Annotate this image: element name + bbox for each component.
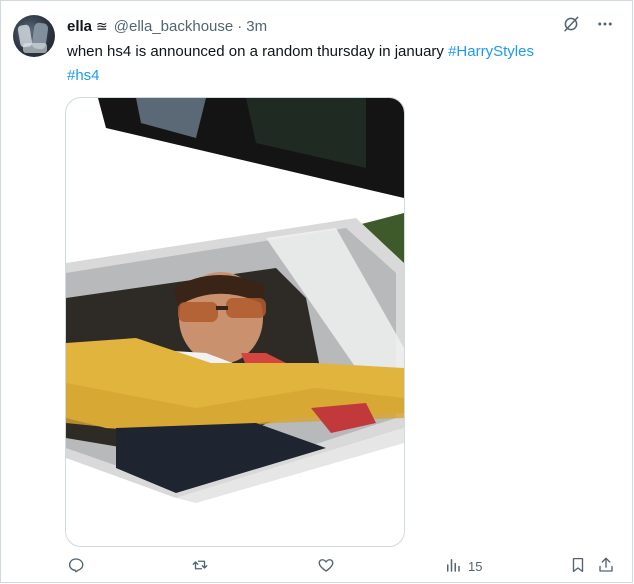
views-count: 15 [468, 559, 483, 574]
tweet-image[interactable] [65, 97, 405, 547]
heart-icon [317, 556, 335, 577]
bookmark-icon [569, 556, 587, 577]
more-options-icon[interactable] [596, 15, 614, 33]
tweet-actions: 15 [61, 556, 621, 580]
display-name[interactable]: ella [67, 18, 92, 35]
hashtag-hs4[interactable]: #hs4 [67, 67, 100, 84]
name-emoji: ≊ [96, 17, 108, 34]
separator-dot: · [237, 17, 243, 35]
tweet-header: ella ≊ @ella_backhouse · 3m [67, 15, 267, 37]
top-right-actions [562, 15, 614, 33]
bookmark-button[interactable] [569, 556, 587, 577]
reply-button[interactable] [67, 556, 85, 577]
hashtag-harrystyles[interactable]: #HarryStyles [448, 43, 534, 60]
avatar[interactable] [13, 15, 55, 57]
grok-icon[interactable] [562, 15, 580, 33]
retweet-button[interactable] [191, 556, 209, 577]
tweet-card[interactable]: ella ≊ @ella_backhouse · 3m when hs4 is … [0, 0, 633, 583]
share-button[interactable] [597, 556, 615, 577]
share-icon [597, 556, 615, 577]
retweet-icon [191, 556, 209, 577]
timestamp[interactable]: 3m [246, 18, 267, 35]
like-button[interactable] [317, 556, 335, 577]
user-handle[interactable]: @ella_backhouse [114, 18, 233, 35]
views-button[interactable]: 15 [444, 556, 482, 577]
views-icon [444, 556, 462, 577]
reply-icon [67, 556, 85, 577]
tweet-body: when hs4 is announced on a random thursd… [67, 43, 449, 60]
tweet-text: when hs4 is announced on a random thursd… [67, 40, 607, 88]
